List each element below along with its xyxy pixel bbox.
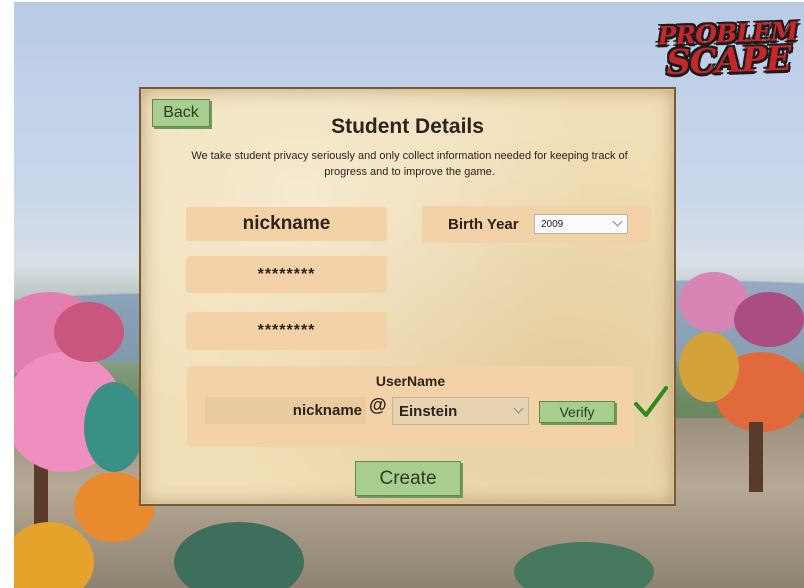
red-tree: [54, 302, 124, 362]
teal-tree: [84, 382, 144, 472]
username-nickname-field[interactable]: nickname: [205, 397, 366, 424]
yellow-tree: [679, 332, 739, 402]
purple-tree: [734, 292, 804, 347]
verify-button[interactable]: Verify: [539, 401, 615, 423]
username-title: UserName: [375, 373, 446, 389]
username-panel: UserName nickname @ Einstein Verify: [187, 366, 634, 447]
at-sign: @: [369, 395, 387, 415]
username-name-select[interactable]: Einstein: [392, 397, 529, 425]
chevron-down-icon: [513, 403, 524, 414]
birth-year-label: Birth Year: [448, 216, 519, 233]
checkmark-icon: [634, 386, 668, 417]
birth-year-value: 2009: [541, 218, 564, 230]
privacy-notice: We take student privacy seriously and on…: [191, 150, 628, 178]
nickname-field[interactable]: nickname: [186, 207, 387, 241]
student-details-panel: Back Student Details We take student pri…: [139, 87, 676, 506]
tree-trunk: [749, 422, 763, 492]
problemscape-logo: PROBLEM SCAPE: [657, 8, 798, 90]
create-button[interactable]: Create: [355, 461, 461, 496]
chevron-down-icon: [612, 216, 623, 227]
birth-year-select[interactable]: 2009: [534, 214, 628, 234]
page-title: Student Details: [331, 115, 484, 138]
password-field[interactable]: ********: [186, 256, 387, 293]
birth-year-group: Birth Year 2009: [422, 206, 651, 243]
confirm-password-field[interactable]: ********: [186, 312, 387, 350]
username-name-value: Einstein: [399, 402, 458, 420]
logo-line-2: SCAPE: [665, 38, 792, 83]
